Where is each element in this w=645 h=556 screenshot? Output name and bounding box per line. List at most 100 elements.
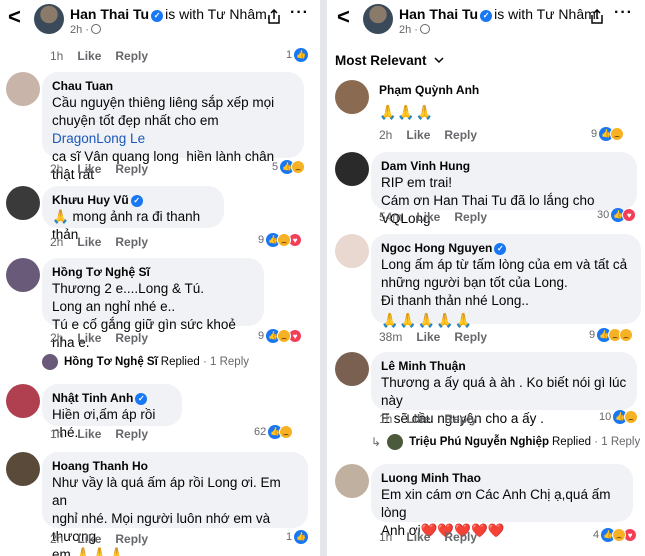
chevron-down-icon: [434, 57, 444, 64]
commenter-name[interactable]: Khưu Huy Vũ: [52, 193, 129, 207]
replied-label: Replied: [160, 356, 200, 368]
reaction-number: 1: [286, 531, 293, 543]
with-text[interactable]: is with Tư Nhâm.: [494, 6, 600, 22]
like-button[interactable]: Like: [77, 235, 101, 249]
comment-time: 54m: [379, 210, 403, 224]
comment-bubble: Khưu Huy Vũ ✓ 🙏 mong ảnh ra đi thanh thản: [42, 186, 224, 242]
reply-arrow-icon: ↳: [371, 435, 382, 449]
reaction-count[interactable]: 62 👍: [254, 425, 294, 439]
poster-header: Han Thai Tu ✓ is with Tư Nhâm.: [70, 6, 271, 22]
pane-divider: [320, 0, 327, 556]
with-text[interactable]: is with Tư Nhâm.: [165, 6, 271, 22]
reply-button[interactable]: Reply: [444, 128, 477, 142]
commenter-name[interactable]: Hoang Thanh Ho: [52, 458, 298, 474]
reaction-count[interactable]: 9 👍 ♥: [258, 233, 303, 247]
avatar[interactable]: [335, 352, 369, 386]
reaction-count[interactable]: 1 👍: [286, 48, 309, 62]
avatar[interactable]: [6, 258, 40, 292]
like-button[interactable]: Like: [406, 128, 430, 142]
poster-avatar[interactable]: [34, 4, 64, 34]
reply-button[interactable]: Reply: [115, 532, 148, 546]
commenter-name[interactable]: Phạm Quỳnh Anh: [379, 82, 479, 98]
like-button[interactable]: Like: [77, 331, 101, 345]
reply-button[interactable]: Reply: [115, 162, 148, 176]
reaction-count[interactable]: 4 👍 ♥: [593, 528, 638, 542]
reply-button[interactable]: Reply: [115, 331, 148, 345]
comment-actions: 54m Like Reply: [379, 210, 501, 224]
avatar[interactable]: [6, 384, 40, 418]
reaction-number: 5: [272, 161, 279, 173]
poster-name[interactable]: Han Thai Tu: [70, 6, 149, 22]
reply-button[interactable]: Reply: [454, 330, 487, 344]
poster-name[interactable]: Han Thai Tu: [399, 6, 478, 22]
commenter-name[interactable]: Luong Minh Thao: [381, 470, 623, 486]
avatar[interactable]: [6, 72, 40, 106]
replies-summary[interactable]: ↳ Triệu Phú Nguyễn Nghiệp Replied · 1 Repl…: [371, 434, 640, 450]
comment-time: 1h: [50, 49, 64, 63]
reaction-count[interactable]: 5 👍: [272, 160, 306, 174]
comment-bubble: Dam Vinh Hung RIP em trai! Cám ơn Han Th…: [371, 152, 637, 226]
share-icon[interactable]: [266, 9, 282, 25]
like-button[interactable]: Like: [406, 530, 430, 544]
reply-count: · 1 Reply: [594, 436, 641, 448]
reaction-number: 9: [258, 330, 265, 342]
comment-actions: 1h Like Reply: [50, 49, 162, 63]
like-button[interactable]: Like: [406, 412, 430, 426]
like-button[interactable]: Like: [77, 427, 101, 441]
reply-button[interactable]: Reply: [454, 210, 487, 224]
avatar[interactable]: [6, 186, 40, 220]
reaction-count[interactable]: 10 👍: [599, 410, 639, 424]
comment-time: 2h: [50, 532, 64, 546]
globe-icon: [90, 24, 101, 34]
commenter-name[interactable]: Chau Tuan: [52, 78, 294, 94]
reaction-count[interactable]: 9 👍: [589, 328, 634, 342]
commenter-name[interactable]: Nhật Tinh Anh: [52, 391, 133, 405]
reply-button[interactable]: Reply: [444, 530, 477, 544]
replies-summary[interactable]: Hồng Tơ Nghệ Sĩ Replied · 1 Reply: [42, 354, 249, 370]
like-button[interactable]: Like: [416, 210, 440, 224]
commenter-name[interactable]: Lê Minh Thuận: [381, 358, 627, 374]
comment-actions: 1h Like Reply: [379, 412, 491, 426]
reply-button[interactable]: Reply: [115, 235, 148, 249]
like-button[interactable]: Like: [77, 162, 101, 176]
verified-icon: ✓: [135, 393, 148, 405]
verified-icon: ✓: [494, 243, 507, 255]
back-button[interactable]: <: [8, 6, 21, 28]
back-button[interactable]: <: [337, 6, 350, 28]
like-button[interactable]: Like: [77, 49, 101, 63]
reply-button[interactable]: Reply: [444, 412, 477, 426]
more-options-icon[interactable]: ···: [290, 4, 309, 22]
avatar[interactable]: [335, 234, 369, 268]
replied-label: Replied: [552, 436, 591, 448]
commenter-name[interactable]: Hồng Tơ Nghệ Sĩ: [52, 264, 254, 280]
share-icon[interactable]: [589, 9, 605, 25]
reaction-count[interactable]: 9 👍 ♥: [258, 329, 303, 343]
comment-actions: 1h Like Reply: [379, 530, 491, 544]
like-button[interactable]: Like: [77, 532, 101, 546]
reaction-count[interactable]: 1 👍: [286, 530, 309, 544]
commenter-name[interactable]: Dam Vinh Hung: [381, 158, 627, 174]
more-options-icon[interactable]: ···: [614, 4, 633, 22]
reply-author: Hồng Tơ Nghệ Sĩ: [64, 356, 158, 368]
reply-button[interactable]: Reply: [115, 427, 148, 441]
like-button[interactable]: Like: [416, 330, 440, 344]
comment-actions: 2h Like Reply: [50, 162, 162, 176]
comment-sort-dropdown[interactable]: Most Relevant: [335, 53, 444, 68]
sad-reaction-icon: [610, 127, 625, 141]
avatar[interactable]: [6, 452, 40, 486]
comment-bubble: Hoang Thanh Ho Như vầy là quá ấm áp rồi …: [42, 452, 308, 556]
avatar[interactable]: [335, 80, 369, 114]
avatar[interactable]: [335, 152, 369, 186]
mention-link[interactable]: DragonLong Le: [52, 131, 145, 146]
poster-avatar[interactable]: [363, 4, 393, 34]
reaction-count[interactable]: 30 👍 ♥: [597, 208, 637, 222]
haha-reaction-icon: [619, 328, 634, 342]
reply-button[interactable]: Reply: [115, 49, 148, 63]
comment-bubble: Chau Tuan Cầu nguyện thiêng liêng sắp xế…: [42, 72, 304, 199]
comment-time: 2h: [50, 235, 64, 249]
avatar[interactable]: [335, 464, 369, 498]
reaction-number: 10: [599, 411, 612, 423]
reaction-number: 9: [258, 234, 265, 246]
reaction-count[interactable]: 9 👍: [591, 127, 625, 141]
commenter-name[interactable]: Ngoc Hong Nguyen: [381, 241, 492, 255]
